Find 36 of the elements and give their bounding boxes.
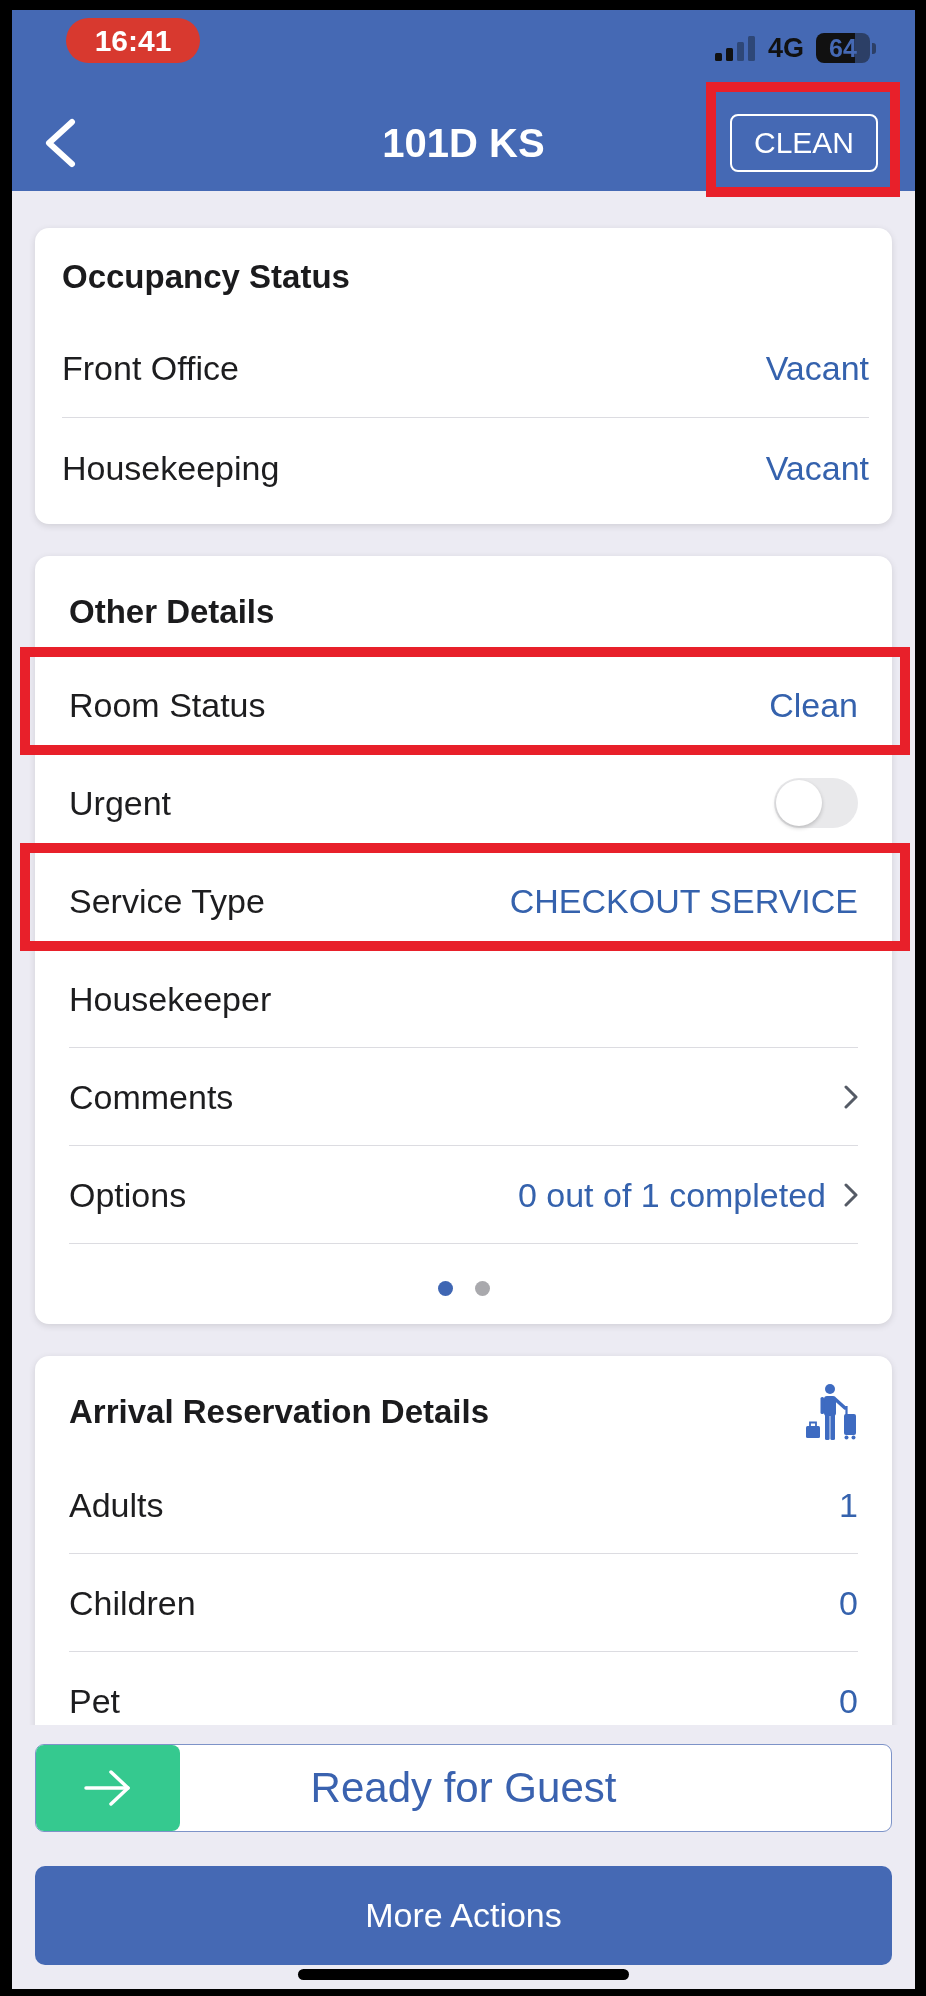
status-time: 16:41 bbox=[66, 18, 200, 63]
battery-percentage: 64 bbox=[829, 33, 857, 63]
field-label: Options bbox=[69, 1174, 187, 1215]
field-label: Room Status bbox=[69, 684, 266, 725]
field-label: Housekeeping bbox=[62, 448, 280, 488]
field-value: 0 bbox=[839, 1582, 858, 1623]
field-label: Urgent bbox=[69, 782, 172, 823]
field-value: Vacant bbox=[765, 448, 869, 488]
field-value: Vacant bbox=[765, 347, 869, 388]
field-value: 1 bbox=[839, 1484, 858, 1525]
field-value: CHECKOUT SERVICE bbox=[509, 880, 858, 921]
field-label: Front Office bbox=[62, 347, 239, 388]
field-value: Clean bbox=[769, 684, 858, 725]
field-value: 0 out of 1 completed bbox=[517, 1174, 826, 1215]
swipe-handle[interactable] bbox=[36, 1745, 180, 1831]
field-label: Service Type bbox=[69, 880, 265, 921]
field-label: Children bbox=[69, 1582, 196, 1623]
field-label: Adults bbox=[69, 1484, 164, 1525]
network-type: 4G bbox=[767, 32, 804, 64]
field-label: Comments bbox=[69, 1076, 234, 1117]
section-title: Arrival Reservation Details bbox=[69, 1393, 490, 1431]
signal-icon bbox=[714, 35, 756, 61]
traveler-with-luggage-icon bbox=[806, 1384, 858, 1440]
section-title: Occupancy Status bbox=[62, 258, 350, 296]
swipe-button[interactable]: Ready for Guest bbox=[35, 1744, 892, 1832]
chevron-right-icon[interactable] bbox=[844, 1182, 858, 1207]
chevron-right-icon[interactable] bbox=[844, 1084, 858, 1109]
field-label: Pet bbox=[69, 1680, 121, 1721]
field-value: 0 bbox=[839, 1680, 858, 1721]
back-icon[interactable] bbox=[44, 118, 76, 168]
toggle-switch[interactable] bbox=[774, 777, 858, 828]
room-status-button[interactable]: CLEAN bbox=[730, 114, 878, 172]
screen-title: 101D KS bbox=[382, 120, 545, 166]
section-title: Other Details bbox=[69, 593, 275, 631]
more-actions-button[interactable]: More Actions bbox=[35, 1866, 892, 1965]
field-label: Housekeeper bbox=[69, 978, 272, 1019]
